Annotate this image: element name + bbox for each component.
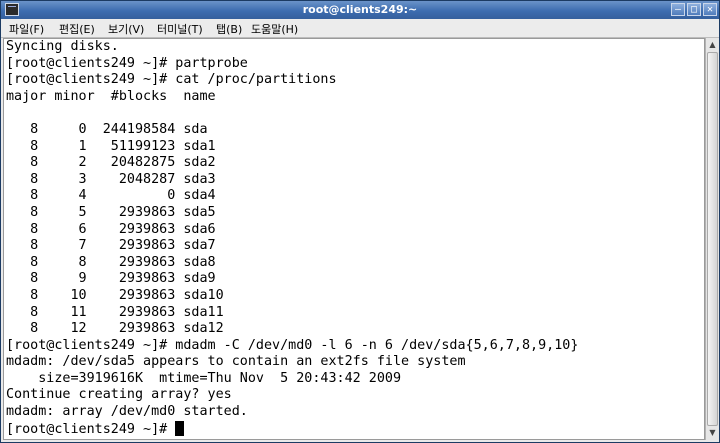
scroll-down-arrow-icon[interactable]: ▼ xyxy=(706,426,719,440)
output-line: major minor #blocks name xyxy=(6,88,216,104)
window-title: root@clients249:~ xyxy=(302,3,418,16)
menu-edit[interactable]: 편집(E) xyxy=(59,21,95,37)
menu-terminal[interactable]: 터미널(T) xyxy=(157,21,203,37)
menu-help[interactable]: 도움말(H) xyxy=(251,21,298,37)
output-line: 8 2 20482875 sda2 xyxy=(6,155,216,171)
text-cursor xyxy=(175,420,185,436)
title-bar[interactable]: root@clients249:~ – □ ✕ xyxy=(1,1,719,19)
terminal-window: root@clients249:~ – □ ✕ 파일(F) 편집(E) 보기(V… xyxy=(0,0,720,443)
scrollbar-thumb[interactable] xyxy=(707,52,718,426)
output-line: 8 7 2939863 sda7 xyxy=(6,238,216,254)
output-line: 8 5 2939863 sda5 xyxy=(6,204,216,220)
terminal-text: Syncing disks. [root@clients249 ~]# part… xyxy=(4,39,704,438)
output-line: 8 0 244198584 sda xyxy=(6,121,208,137)
output-line: [root@clients249 ~]# partprobe xyxy=(6,55,248,71)
output-line: 8 3 2048287 sda3 xyxy=(6,171,216,187)
maximize-button[interactable]: □ xyxy=(687,3,701,16)
output-line: [root@clients249 ~]# mdadm -C /dev/md0 -… xyxy=(6,337,579,353)
output-line: 8 1 51199123 sda1 xyxy=(6,138,216,154)
menu-tabs[interactable]: 탭(B) xyxy=(216,21,242,37)
output-line: [root@clients249 ~]# cat /proc/partition… xyxy=(6,72,337,88)
output-line: 8 11 2939863 sda11 xyxy=(6,304,224,320)
output-line: Syncing disks. xyxy=(6,39,119,54)
minimize-button[interactable]: – xyxy=(671,3,685,16)
output-line: 8 6 2939863 sda6 xyxy=(6,221,216,237)
output-line: size=3919616K mtime=Thu Nov 5 20:43:42 2… xyxy=(6,370,402,386)
close-button[interactable]: ✕ xyxy=(703,3,717,16)
terminal-output[interactable]: Syncing disks. [root@clients249 ~]# part… xyxy=(3,38,705,440)
menu-bar: 파일(F) 편집(E) 보기(V) 터미널(T) 탭(B) 도움말(H) xyxy=(1,19,719,38)
output-line: 8 10 2939863 sda10 xyxy=(6,287,224,303)
output-line: 8 8 2939863 sda8 xyxy=(6,254,216,270)
output-line: 8 9 2939863 sda9 xyxy=(6,271,216,287)
menu-view[interactable]: 보기(V) xyxy=(108,21,144,37)
output-line: 8 4 0 sda4 xyxy=(6,188,216,204)
menu-file[interactable]: 파일(F) xyxy=(9,21,44,37)
scroll-up-arrow-icon[interactable]: ▲ xyxy=(706,38,719,52)
prompt-line: [root@clients249 ~]# xyxy=(6,421,176,437)
vertical-scrollbar[interactable]: ▲ ▼ xyxy=(705,38,719,440)
output-line: 8 12 2939863 sda12 xyxy=(6,321,224,337)
output-line: mdadm: array /dev/md0 started. xyxy=(6,404,248,420)
output-line: Continue creating array? yes xyxy=(6,387,232,403)
output-line: mdadm: /dev/sda5 appears to contain an e… xyxy=(6,354,466,370)
